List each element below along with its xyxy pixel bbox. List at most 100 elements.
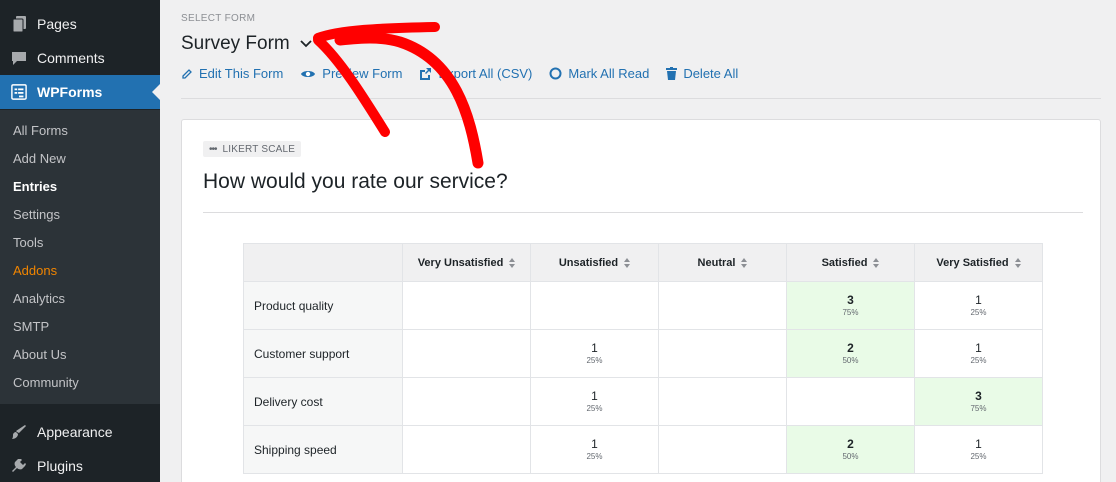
row-label: Customer support	[243, 329, 403, 378]
header-divider	[181, 98, 1101, 99]
response-count: 1	[975, 436, 982, 451]
response-count: 1	[975, 340, 982, 355]
likert-cell: 1 25%	[530, 377, 659, 426]
likert-cell	[402, 329, 531, 378]
response-count: 2	[847, 340, 854, 355]
sort-icon	[873, 257, 880, 268]
submenu-about-us[interactable]: About Us	[13, 347, 66, 363]
sidebar-item-comments[interactable]: Comments	[0, 41, 160, 75]
table-header-row: Very Unsatisfied Unsatisfied Neutral Sat…	[243, 243, 1043, 282]
likert-cell: 2 50%	[786, 329, 915, 378]
export-csv-link[interactable]: Export All (CSV)	[419, 66, 532, 81]
selected-form-name: Survey Form	[181, 33, 290, 54]
table-row: Product quality 3 75% 1 25%	[243, 281, 1043, 330]
response-count: 2	[847, 436, 854, 451]
response-count: 1	[975, 292, 982, 307]
table-row: Customer support 1 25% 2 50% 1 25%	[243, 329, 1043, 378]
comments-icon	[11, 50, 27, 66]
sidebar-item-pages[interactable]: Pages	[0, 7, 160, 41]
submenu-community[interactable]: Community	[13, 375, 79, 391]
submenu-entries[interactable]: Entries	[13, 179, 57, 195]
response-count: 1	[591, 436, 598, 451]
likert-cell	[658, 377, 787, 426]
likert-cell: 2 50%	[786, 425, 915, 474]
response-count: 1	[591, 388, 598, 403]
sort-icon	[741, 257, 748, 268]
edit-form-link[interactable]: Edit This Form	[181, 66, 283, 81]
preview-form-link[interactable]: Preview Form	[300, 66, 402, 81]
wpforms-submenu: All Forms Add New Entries Settings Tools…	[0, 110, 160, 404]
response-percent: 75%	[842, 307, 859, 317]
response-percent: 25%	[970, 451, 987, 461]
response-percent: 75%	[970, 403, 987, 413]
wpforms-icon	[11, 84, 27, 100]
likert-cell	[530, 281, 659, 330]
response-percent: 50%	[842, 451, 859, 461]
response-count: 1	[591, 340, 598, 355]
row-label: Product quality	[243, 281, 403, 330]
table-row: Delivery cost 1 25% 3 75%	[243, 377, 1043, 426]
likert-cell	[658, 329, 787, 378]
response-percent: 25%	[586, 355, 603, 365]
card-divider	[203, 212, 1083, 213]
sort-icon	[624, 257, 631, 268]
likert-table: Very Unsatisfied Unsatisfied Neutral Sat…	[243, 243, 1043, 474]
response-percent: 25%	[970, 355, 987, 365]
delete-all-link[interactable]: Delete All	[666, 66, 738, 81]
column-header[interactable]: Neutral	[658, 243, 787, 282]
column-header[interactable]: Unsatisfied	[530, 243, 659, 282]
submenu-analytics[interactable]: Analytics	[13, 291, 65, 307]
sidebar-item-label: Appearance	[37, 424, 113, 440]
sidebar-item-plugins[interactable]: Plugins	[0, 449, 160, 482]
field-type-badge: ••• LIKERT SCALE	[203, 141, 302, 157]
likert-cell: 1 25%	[914, 329, 1043, 378]
likert-cell: 1 25%	[914, 425, 1043, 474]
pencil-icon	[182, 68, 192, 79]
submenu-settings[interactable]: Settings	[13, 207, 60, 223]
active-indicator	[152, 84, 160, 100]
row-label: Shipping speed	[243, 425, 403, 474]
column-header[interactable]: Very Unsatisfied	[402, 243, 531, 282]
entries-actions: Edit This Form Preview Form Export All (…	[181, 66, 755, 81]
likert-cell: 1 25%	[530, 329, 659, 378]
sidebar-item-appearance[interactable]: Appearance	[0, 415, 160, 449]
response-percent: 25%	[586, 403, 603, 413]
column-header[interactable]: Very Satisfied	[914, 243, 1043, 282]
form-selector[interactable]: Survey Form	[181, 33, 312, 55]
select-form-label: SELECT FORM	[181, 13, 256, 24]
response-percent: 25%	[970, 307, 987, 317]
column-header[interactable]: Satisfied	[786, 243, 915, 282]
eye-icon	[301, 70, 316, 77]
response-percent: 25%	[586, 451, 603, 461]
submenu-addons[interactable]: Addons	[13, 263, 57, 279]
likert-cell: 1 25%	[530, 425, 659, 474]
sidebar-item-label: Comments	[37, 50, 105, 66]
column-header-empty	[243, 243, 403, 282]
likert-cell	[658, 281, 787, 330]
submenu-tools[interactable]: Tools	[13, 235, 43, 251]
likert-cell	[658, 425, 787, 474]
sidebar-item-label: WPForms	[37, 84, 103, 100]
row-label: Delivery cost	[243, 377, 403, 426]
mark-all-read-link[interactable]: Mark All Read	[549, 66, 649, 81]
response-count: 3	[975, 388, 982, 403]
sort-icon	[509, 257, 516, 268]
admin-sidebar: Pages Comments WPForms All Forms Add New…	[0, 0, 160, 482]
likert-cell	[786, 377, 915, 426]
submenu-all-forms[interactable]: All Forms	[13, 123, 68, 139]
likert-results-card: ••• LIKERT SCALE How would you rate our …	[181, 119, 1101, 482]
dots-icon: •••	[209, 143, 217, 155]
submenu-add-new[interactable]: Add New	[13, 151, 66, 167]
response-percent: 50%	[842, 355, 859, 365]
submenu-smtp[interactable]: SMTP	[13, 319, 49, 335]
export-icon	[420, 68, 432, 80]
likert-cell	[402, 425, 531, 474]
likert-cell: 1 25%	[914, 281, 1043, 330]
circle-icon	[549, 67, 562, 80]
likert-cell	[402, 281, 531, 330]
plugins-icon	[11, 458, 27, 474]
response-count: 3	[847, 292, 854, 307]
table-row: Shipping speed 1 25% 2 50% 1 25%	[243, 425, 1043, 474]
sidebar-item-wpforms[interactable]: WPForms	[0, 75, 160, 109]
question-title: How would you rate our service?	[203, 170, 508, 193]
